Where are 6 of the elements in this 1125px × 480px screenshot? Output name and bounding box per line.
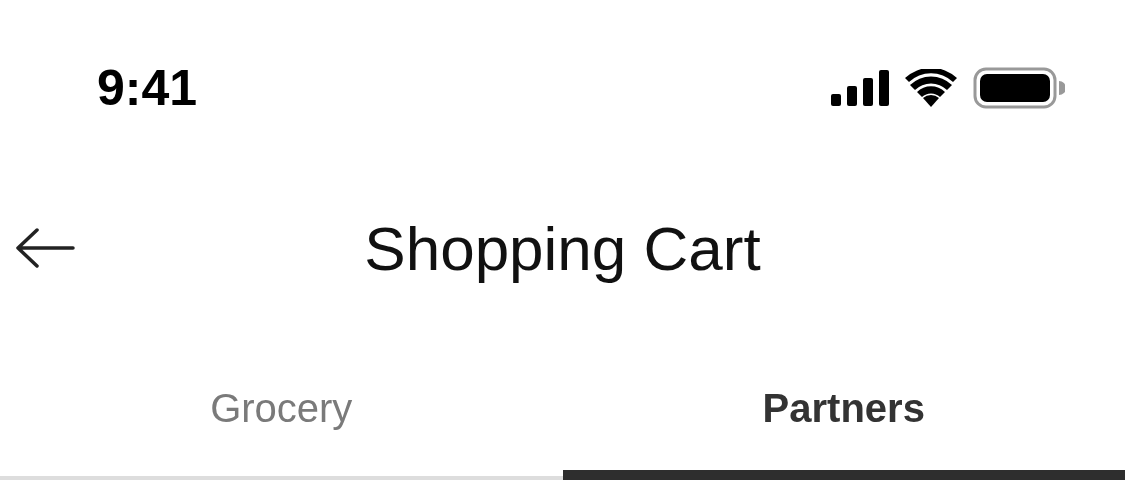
back-arrow-icon[interactable] (15, 228, 75, 268)
page-title: Shopping Cart (364, 212, 761, 284)
status-time: 9:41 (97, 59, 198, 117)
wifi-icon (905, 69, 957, 107)
signal-icon (831, 70, 889, 106)
battery-icon (973, 67, 1065, 109)
